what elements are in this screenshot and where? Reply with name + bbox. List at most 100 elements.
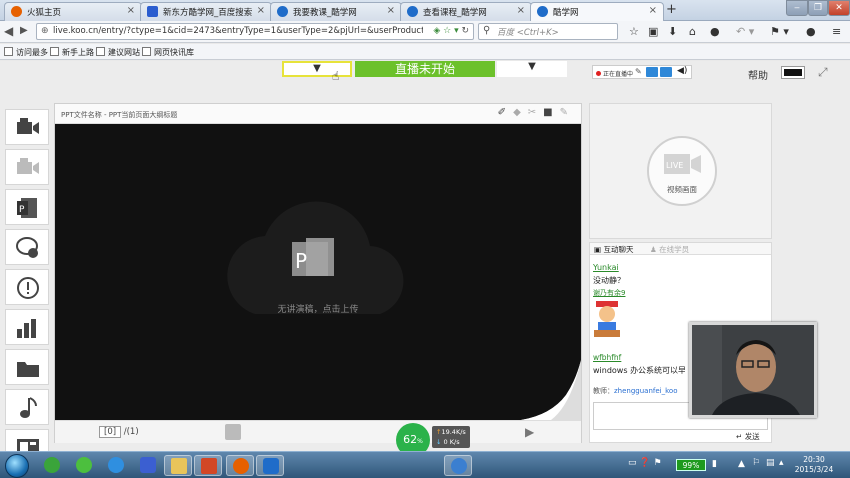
message-icon[interactable]: ● (806, 25, 816, 38)
taskbar-app-koo[interactable] (256, 455, 284, 476)
tab-teach[interactable]: 我要教课_酷学网 × (270, 2, 402, 21)
star-icon[interactable]: ☆ (629, 25, 639, 38)
ppt-frame: PPT文件名称 - PPT当前页面大纲标题 ✐◆✂■✎ P 无讲演稿，点击上传 … (54, 103, 582, 443)
chat-bubble-icon[interactable]: ● (710, 25, 720, 38)
left-dropdown[interactable]: ▼ (282, 61, 352, 77)
signal-icon[interactable]: ▴ (779, 458, 784, 468)
pen-icon[interactable]: ✎ (635, 67, 642, 76)
eraser-icon[interactable]: ◆ (513, 107, 528, 118)
new-tab-button[interactable]: + (666, 2, 677, 17)
chat-username[interactable]: wfbhfhf (593, 353, 621, 362)
ppt-small-icon[interactable] (225, 424, 241, 440)
close-icon[interactable]: × (649, 5, 657, 16)
send-button[interactable]: ↵ 发送 (736, 431, 760, 442)
pointer-tool-icon[interactable] (646, 67, 658, 77)
tab-kooxue[interactable]: 酷学网 × (530, 2, 664, 21)
maximize-button[interactable]: ❐ (808, 0, 828, 16)
minimize-button[interactable]: ‒ (786, 0, 808, 16)
chat-username[interactable]: Yunkai (593, 263, 619, 272)
bookmark-suggested-sites[interactable]: 建议网站 (96, 47, 140, 58)
tab-view-course[interactable]: 查看课程_酷学网 × (400, 2, 532, 21)
tool-live-camera[interactable] (5, 109, 49, 145)
fullscreen-icon[interactable]: ⤢ (818, 65, 828, 80)
close-icon[interactable]: × (387, 5, 395, 16)
speaker-icon[interactable]: ◀) (677, 66, 687, 76)
taskbar-app-ie[interactable] (102, 455, 130, 476)
fill-icon[interactable]: ■ (543, 107, 559, 118)
clear-icon[interactable]: ✂ (528, 107, 543, 118)
network-speed-stats: ↑19.4K/s ↓ 0 K/s (432, 426, 470, 448)
back-arrow-icon[interactable]: ◀ (4, 24, 13, 38)
classroom-top-bar: ▼ 直播未开始 ▼ ☝ 正在直播中 ✎ ◀) 帮助 ⤢ (0, 61, 850, 83)
forward-arrow-icon[interactable]: ▶ (20, 25, 28, 36)
screen-toggle-icon[interactable] (781, 66, 805, 79)
taskbar-app-wechat[interactable] (38, 455, 66, 476)
current-page-box[interactable]: [0] (99, 426, 122, 438)
search-bar[interactable]: ⚲ 百度 <Ctrl+K> (478, 23, 618, 40)
tab-baidu-search[interactable]: 新东方酷学网_百度搜索 × (140, 2, 272, 21)
camera-tool-icon[interactable] (660, 67, 672, 77)
taskbar-app-baidu[interactable] (134, 455, 162, 476)
edit-icon[interactable]: ✎ (560, 107, 575, 118)
tool-camera-disabled[interactable] (5, 149, 49, 185)
windows-taskbar: ▭ ❓ ⚑ 99% ▮ ▲ ⚐ ▤ ▴ 20:30 2015/3/24 (0, 451, 850, 478)
live-video-placeholder[interactable]: LIVE 视频画面 (647, 136, 717, 206)
upload-placeholder-text[interactable]: 无讲演稿，点击上传 (55, 302, 581, 315)
system-clock[interactable]: 20:30 2015/3/24 (792, 455, 836, 475)
battery-indicator[interactable]: 99% (676, 459, 706, 471)
right-dropdown[interactable]: ▼ (497, 61, 567, 77)
bookmark-web-slice[interactable]: 网页快讯库 (142, 47, 194, 58)
bookmarks-bar: 访问最多 新手上路 建议网站 网页快讯库 (0, 44, 850, 60)
ppt-canvas[interactable]: P 无讲演稿，点击上传 (55, 124, 581, 420)
tool-chat[interactable] (5, 229, 49, 265)
taskbar-app-presentation[interactable] (194, 455, 222, 476)
close-icon[interactable]: × (257, 5, 265, 16)
download-arrow-icon: ↓ (436, 438, 442, 446)
start-button[interactable] (5, 454, 29, 478)
live-status-button[interactable]: 直播未开始 (355, 61, 495, 77)
flag-icon[interactable]: ⚐ (752, 458, 760, 468)
svg-text:P: P (295, 249, 307, 273)
help-tray-icon[interactable]: ❓ (639, 458, 650, 468)
chat-username[interactable]: 谢乃有余9 (593, 288, 625, 298)
taskbar-app-browser[interactable] (70, 455, 98, 476)
brush-icon[interactable]: ✐ (498, 107, 513, 118)
power-plug-icon[interactable]: ▮ (712, 459, 717, 469)
bookmark-most-visited[interactable]: 访问最多 (4, 47, 48, 58)
home-icon[interactable]: ⌂ (689, 25, 696, 38)
page-curl-icon[interactable] (511, 360, 581, 420)
next-page-icon[interactable]: ▶ (525, 425, 534, 439)
clipboard-icon[interactable]: ▣ (648, 25, 658, 38)
tool-music[interactable] (5, 389, 49, 425)
koo-icon (277, 6, 288, 17)
tool-statistics[interactable] (5, 309, 49, 345)
bookmark-icon (4, 47, 13, 56)
addon-icon[interactable]: ⚑ ▾ (770, 25, 789, 38)
tool-ppt[interactable]: P (5, 189, 49, 225)
help-link[interactable]: 帮助 (748, 67, 768, 82)
tab-online-students[interactable]: ♟ 在线学员 (650, 244, 689, 255)
tray-expand-icon[interactable]: ▲ (738, 459, 745, 469)
download-icon[interactable]: ⬇ (668, 25, 677, 38)
undo-icon[interactable]: ↶ ▾ (736, 25, 754, 38)
teacher-name[interactable]: zhengguanfei_koo (614, 387, 678, 395)
taskbar-app-explorer[interactable] (164, 455, 192, 476)
taskbar-app-live-client[interactable] (444, 455, 472, 476)
taskbar-app-firefox[interactable] (226, 455, 254, 476)
security-shield-icon[interactable]: ◈ ☆ ▾ ↻ (433, 26, 469, 36)
tab-interactive-chat[interactable]: ▣ 互动聊天 (594, 244, 633, 255)
tool-files[interactable] (5, 349, 49, 385)
webcam-preview[interactable] (689, 322, 817, 418)
tool-notice[interactable] (5, 269, 49, 305)
reload-icon[interactable]: ↻ (461, 26, 469, 36)
url-bar[interactable]: ⊕ live.koo.cn/entry/?ctype=1&cid=2473&en… (36, 23, 474, 40)
keyboard-icon[interactable]: ▭ (628, 458, 637, 468)
menu-icon[interactable]: ≡ (832, 25, 841, 38)
security-tray-icon[interactable]: ⚑ (653, 458, 661, 468)
close-window-button[interactable]: ✕ (828, 0, 850, 16)
close-icon[interactable]: × (517, 5, 525, 16)
close-icon[interactable]: × (127, 5, 135, 16)
tab-firefox-home[interactable]: 火狐主页 × (4, 2, 142, 21)
bookmark-getting-started[interactable]: 新手上路 (50, 47, 94, 58)
network-icon[interactable]: ▤ (766, 458, 775, 468)
